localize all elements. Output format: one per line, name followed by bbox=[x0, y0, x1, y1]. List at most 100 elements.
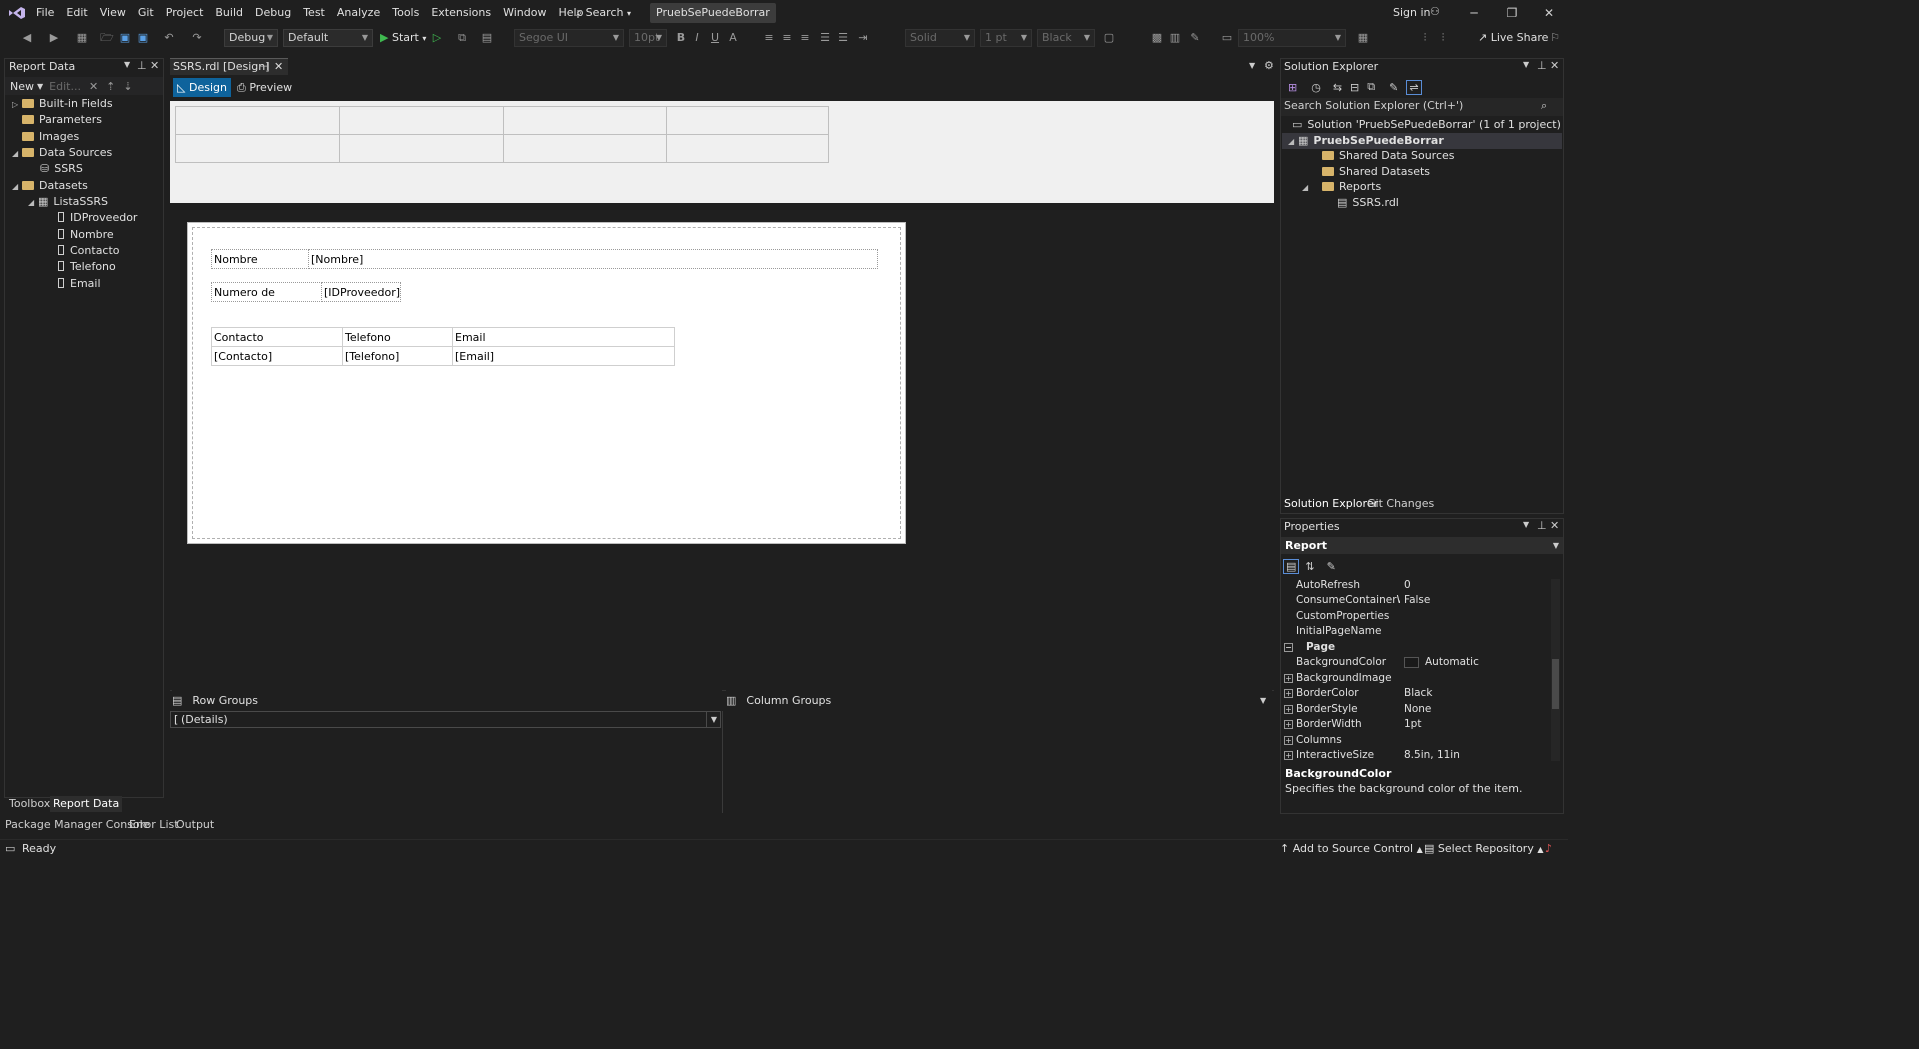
prop-row[interactable]: InitialPageName bbox=[1282, 624, 1550, 639]
save-icon[interactable]: ▣ bbox=[118, 31, 132, 45]
font-size-select[interactable]: 10pt ▼ bbox=[629, 29, 667, 47]
search-button[interactable]: ⌕ Search ▾ bbox=[576, 0, 631, 27]
pin-icon[interactable]: ⊥ bbox=[1537, 59, 1547, 72]
account-icon[interactable]: ⚇ bbox=[1430, 5, 1440, 18]
border-color-select[interactable]: Black ▼ bbox=[1037, 29, 1095, 47]
menu-project[interactable]: Project bbox=[160, 0, 210, 26]
tree-images[interactable]: Images bbox=[22, 129, 79, 145]
menu-extensions[interactable]: Extensions bbox=[425, 0, 497, 26]
panel-menu-icon[interactable]: ▼ bbox=[1523, 60, 1529, 69]
value-nombre[interactable]: [Nombre] bbox=[308, 249, 878, 269]
alphabetical-icon[interactable]: ⇅ bbox=[1305, 560, 1314, 573]
prop-row[interactable]: + BorderStyle None bbox=[1282, 702, 1550, 717]
save-all-icon[interactable]: ▣ bbox=[136, 31, 150, 45]
move-up-icon[interactable]: ⇡ bbox=[106, 80, 115, 93]
menu-edit[interactable]: Edit bbox=[60, 0, 93, 26]
start-button[interactable]: ▶ Start ▾ bbox=[380, 30, 426, 47]
properties-object-select[interactable]: Report ▼ bbox=[1281, 537, 1563, 554]
panel-menu-icon[interactable]: ▼ bbox=[124, 60, 130, 69]
report-page[interactable] bbox=[187, 222, 906, 544]
tab-list-icon[interactable]: ▼ bbox=[1249, 61, 1255, 70]
menu-git[interactable]: Git bbox=[132, 0, 160, 26]
label-numero[interactable]: Numero de bbox=[211, 282, 322, 302]
attach-icon[interactable]: ⧉ bbox=[455, 31, 469, 45]
field-email[interactable]: Email bbox=[58, 276, 101, 292]
minimize-button[interactable]: ─ bbox=[1455, 0, 1493, 26]
prop-row[interactable]: + BorderColor Black bbox=[1282, 686, 1550, 701]
tab-error-list[interactable]: Error List bbox=[129, 817, 179, 833]
prop-section-page[interactable]: − Page bbox=[1282, 640, 1550, 655]
scrollbar-thumb[interactable] bbox=[1552, 659, 1559, 709]
close-panel-icon[interactable]: ✕ bbox=[1550, 59, 1559, 72]
close-panel-icon[interactable]: ✕ bbox=[150, 59, 159, 72]
align-right-icon[interactable]: ≡ bbox=[798, 31, 812, 45]
tree-parameters[interactable]: Parameters bbox=[22, 112, 102, 128]
delete-icon[interactable]: ✕ bbox=[89, 80, 98, 93]
table-cell-contacto[interactable]: [Contacto] bbox=[211, 346, 343, 366]
menu-view[interactable]: View bbox=[94, 0, 132, 26]
sync-icon[interactable]: ⇆ bbox=[1333, 81, 1342, 94]
open-folder-icon[interactable]: 🗁 bbox=[100, 31, 114, 45]
prop-row[interactable]: BackgroundColor Automatic bbox=[1282, 655, 1550, 670]
field-telefono[interactable]: Telefono bbox=[58, 259, 116, 275]
ruler-icon[interactable]: ▭ bbox=[1220, 31, 1234, 45]
configuration-select[interactable]: Debug ▼ bbox=[224, 29, 278, 47]
menu-window[interactable]: Window bbox=[497, 0, 552, 26]
tree-shared-data-sources[interactable]: Shared Data Sources bbox=[1322, 148, 1455, 164]
wrench-icon[interactable]: ✎ bbox=[1188, 31, 1202, 45]
tab-package-manager-console[interactable]: Package Manager Console bbox=[5, 817, 149, 833]
tree-data-sources[interactable]: ◢ Data Sources bbox=[12, 145, 112, 161]
layout-grid-icon[interactable]: ▦ bbox=[1356, 31, 1370, 45]
prop-row[interactable]: + BorderWidth 1pt bbox=[1282, 717, 1550, 732]
background-color-icon[interactable]: ▩ bbox=[1150, 31, 1164, 45]
platform-select[interactable]: Default ▼ bbox=[283, 29, 373, 47]
tab-toolbox[interactable]: Toolbox bbox=[9, 796, 50, 812]
details-dropdown-icon[interactable]: ▼ bbox=[706, 712, 721, 727]
settings-gear-icon[interactable]: ⚙ bbox=[1264, 59, 1274, 72]
document-tab[interactable]: SSRS.rdl [Design] ⊣ ✕ bbox=[170, 58, 288, 75]
label-nombre[interactable]: Nombre bbox=[211, 249, 309, 269]
header-table-grid[interactable] bbox=[175, 106, 829, 163]
value-idproveedor[interactable]: [IDProveedor] bbox=[321, 282, 401, 302]
prop-row[interactable]: ConsumeContainerWhitFalse bbox=[1282, 593, 1550, 608]
feedback-icon[interactable]: ⚐ bbox=[1548, 31, 1562, 45]
table-header-telefono[interactable]: Telefono bbox=[342, 327, 453, 347]
tree-datasets[interactable]: ◢ Datasets bbox=[12, 178, 88, 194]
prop-row[interactable]: + Columns bbox=[1282, 733, 1550, 748]
pin-tab-icon[interactable]: ⊣ bbox=[259, 60, 269, 73]
table-header-contacto[interactable]: Contacto bbox=[211, 327, 343, 347]
properties-wrench-icon[interactable]: ✎ bbox=[1389, 81, 1398, 94]
indent-icon[interactable]: ⇥ bbox=[856, 31, 870, 45]
edit-button[interactable]: Edit... bbox=[49, 80, 81, 93]
history-icon[interactable]: ◷ bbox=[1311, 81, 1321, 94]
border-style-select[interactable]: Solid ▼ bbox=[905, 29, 975, 47]
tab-report-data[interactable]: Report Data bbox=[50, 796, 123, 812]
notifications-icon[interactable]: ♪ bbox=[1545, 840, 1552, 858]
field-contacto[interactable]: Contacto bbox=[58, 243, 120, 259]
preview-tab[interactable]: ⎙ Preview bbox=[237, 78, 292, 97]
tab-output[interactable]: Output bbox=[176, 817, 214, 833]
tree-ssrs-rdl[interactable]: ▤ SSRS.rdl bbox=[1337, 195, 1399, 211]
font-family-select[interactable]: Segoe UI ▼ bbox=[514, 29, 624, 47]
menu-file[interactable]: File bbox=[30, 0, 60, 26]
add-to-source-control-button[interactable]: ↑ Add to Source Control ▲ bbox=[1280, 840, 1423, 859]
field-idproveedor[interactable]: IDProveedor bbox=[58, 210, 137, 226]
field-nombre[interactable]: Nombre bbox=[58, 227, 114, 243]
new-project-icon[interactable]: ▦ bbox=[75, 31, 89, 45]
select-repository-button[interactable]: ▤ Select Repository ▲ bbox=[1424, 840, 1544, 859]
align-left-icon[interactable]: ≡ bbox=[762, 31, 776, 45]
table-header-email[interactable]: Email bbox=[452, 327, 675, 347]
new-button[interactable]: New bbox=[10, 80, 34, 93]
preview-selected-icon[interactable]: ⇌ bbox=[1406, 79, 1422, 95]
bold-icon[interactable]: B bbox=[674, 31, 688, 45]
menu-tools[interactable]: Tools bbox=[386, 0, 425, 26]
zoom-select[interactable]: 100% ▼ bbox=[1238, 29, 1346, 47]
grouping-menu-icon[interactable]: ▼ bbox=[1260, 690, 1266, 711]
close-tab-icon[interactable]: ✕ bbox=[274, 60, 283, 73]
prop-row[interactable]: AutoRefresh 0 bbox=[1282, 578, 1550, 593]
search-icon[interactable]: ⌕ bbox=[1541, 99, 1547, 113]
solution-search-input[interactable]: Search Solution Explorer (Ctrl+') ⌕ bbox=[1281, 98, 1563, 116]
align-center-icon[interactable]: ≡ bbox=[780, 31, 794, 45]
property-pages-icon[interactable]: ✎ bbox=[1327, 560, 1336, 573]
tree-reports[interactable]: ◢ Reports bbox=[1302, 179, 1381, 195]
